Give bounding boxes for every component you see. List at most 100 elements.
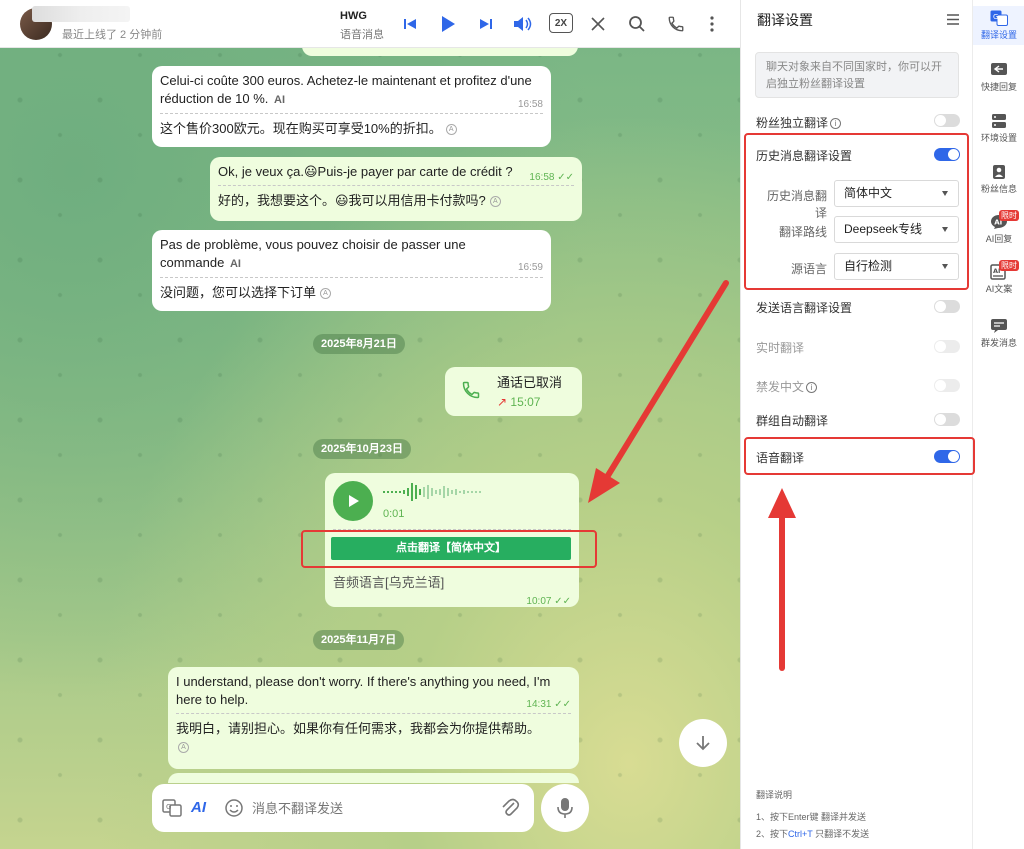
translate-voice-button[interactable]: 点击翻译【简体中文】 xyxy=(331,537,571,560)
voice-message-bubble[interactable]: 0:01 点击翻译【简体中文】 音频语言[乌克兰语] 10:07 ✓✓ xyxy=(325,473,579,607)
call-bubble[interactable]: 通话已取消 ↗ 15:07 xyxy=(445,367,582,416)
panel-title: 翻译设置 xyxy=(757,12,813,28)
phone-icon[interactable] xyxy=(664,12,688,36)
voice-record-button[interactable] xyxy=(541,784,589,832)
message-time: 10:07 ✓✓ xyxy=(526,596,571,607)
translation-divider xyxy=(176,713,571,714)
missed-arrow-icon: ↗ xyxy=(497,395,508,409)
realtime-translation-toggle[interactable] xyxy=(934,340,960,353)
fan-independent-translation-label: 粉丝独立翻译 i xyxy=(756,114,842,131)
double-check-icon: ✓✓ xyxy=(554,699,571,710)
sidebar-item-environment[interactable]: 环境设置 xyxy=(973,113,1024,144)
dropdown-caret-icon xyxy=(942,264,948,269)
sidebar-item-ai-copywriting[interactable]: 限时 AI AI文案 xyxy=(973,260,1024,295)
sidebar-item-ai-reply[interactable]: 限时 AI AI回复 xyxy=(973,210,1024,245)
message-time: 16:58 ✓✓ xyxy=(529,172,574,183)
message-bubble-outgoing[interactable]: I understand, please don't worry. If the… xyxy=(168,667,579,769)
svg-text:G: G xyxy=(166,803,171,811)
translate-toggle-icon[interactable]: G xyxy=(162,798,182,821)
translate-icon[interactable]: A xyxy=(445,124,457,136)
translation-text: 没问题，您可以选择下订单 xyxy=(160,285,317,300)
translate-icon[interactable]: A xyxy=(489,196,501,208)
group-auto-translation-toggle[interactable] xyxy=(934,413,960,426)
volume-icon[interactable] xyxy=(511,12,535,36)
attach-icon[interactable] xyxy=(500,797,520,822)
search-icon[interactable] xyxy=(625,12,649,36)
double-check-icon: ✓✓ xyxy=(557,172,574,183)
translation-text: 好的，我想要这个。😃我可以用信用卡付款吗? xyxy=(218,193,486,208)
message-composer: G AI xyxy=(152,784,534,832)
message-bubble-incoming[interactable]: Celui-ci coûte 300 euros. Achetez-le mai… xyxy=(152,66,551,147)
sidebar-item-quick-reply[interactable]: 快捷回复 xyxy=(973,62,1024,93)
translation-route-select[interactable]: Deepseek专线 xyxy=(834,216,959,243)
translation-settings-panel: 翻译设置 聊天对象来自不同国家时，你可以开启独立粉丝翻译设置 粉丝独立翻译 i 历… xyxy=(740,0,972,849)
tools-sidebar: G 翻译设置 快捷回复 环境设置 粉丝信息 限时 AI AI回复 限时 AI A… xyxy=(972,0,1024,849)
translate-icon[interactable]: A xyxy=(320,288,332,300)
history-translation-toggle[interactable] xyxy=(934,148,960,161)
ai-badge: AI xyxy=(274,94,286,106)
date-separator: 2025年10月23日 xyxy=(313,439,411,459)
contact-card-icon xyxy=(990,164,1008,180)
play-icon xyxy=(349,495,359,507)
realtime-translation-label: 实时翻译 xyxy=(756,341,805,355)
more-options-icon[interactable] xyxy=(700,12,724,36)
history-language-select[interactable]: 简体中文 xyxy=(834,180,959,207)
ai-button[interactable]: AI xyxy=(191,799,206,816)
send-language-translation-toggle[interactable] xyxy=(934,300,960,313)
menu-icon[interactable] xyxy=(947,13,959,28)
dropdown-caret-icon xyxy=(942,227,948,232)
translation-divider xyxy=(333,529,571,530)
broadcast-message-icon xyxy=(990,318,1008,334)
server-icon xyxy=(990,113,1008,129)
phone-icon[interactable] xyxy=(461,380,481,405)
translate-icon: G xyxy=(990,10,1008,26)
microphone-icon xyxy=(557,798,573,818)
send-language-translation-label: 发送语言翻译设置 xyxy=(756,301,853,315)
voice-translation-toggle[interactable] xyxy=(934,450,960,463)
reply-icon xyxy=(990,62,1008,78)
translation-divider xyxy=(160,113,543,114)
sidebar-item-fan-info[interactable]: 粉丝信息 xyxy=(973,164,1024,195)
date-separator: 2025年11月7日 xyxy=(313,630,405,650)
translate-icon[interactable]: A xyxy=(178,742,189,754)
sidebar-item-translation-settings[interactable]: G 翻译设置 xyxy=(973,6,1024,45)
history-language-label: 历史消息翻译 xyxy=(766,189,827,220)
source-language-select[interactable]: 自行检测 xyxy=(834,253,959,280)
next-track-icon[interactable] xyxy=(474,12,498,36)
info-icon[interactable]: i xyxy=(806,382,818,394)
emoji-icon[interactable] xyxy=(224,798,244,821)
message-bubble-cutoff xyxy=(168,773,579,783)
message-time: 16:58 xyxy=(517,99,543,110)
message-bubble-outgoing[interactable]: Ok, je veux ça.😃Puis-je payer par carte … xyxy=(210,157,582,221)
close-icon[interactable] xyxy=(586,12,610,36)
source-language-label: 源语言 xyxy=(790,262,827,276)
message-text: Celui-ci coûte 300 euros. Achetez-le mai… xyxy=(160,73,532,106)
translation-text: 这个售价300欧元。现在购买可享受10%的折扣。 xyxy=(160,121,442,136)
ban-chinese-toggle[interactable] xyxy=(934,379,960,392)
message-input[interactable] xyxy=(252,796,492,820)
translation-text: 我明白，请别担心。如果你有任何需求，我都会为你提供帮助。 xyxy=(176,721,541,736)
history-translation-label: 历史消息翻译设置 xyxy=(756,149,853,163)
scroll-to-bottom-button[interactable] xyxy=(679,719,727,767)
independent-translation-notice: 聊天对象来自不同国家时，你可以开启独立粉丝翻译设置 xyxy=(755,52,959,98)
chat-area: Celui-ci coûte 300 euros. Achetez-le mai… xyxy=(0,0,740,849)
fan-independent-translation-toggle[interactable] xyxy=(934,114,960,127)
playback-speed-button[interactable]: 2X xyxy=(549,13,573,33)
arrow-down-icon xyxy=(696,736,710,751)
voice-translation-label: 语音翻译 xyxy=(756,451,805,465)
message-bubble-incoming[interactable]: Pas de problème, vous pouvez choisir de … xyxy=(152,230,551,311)
play-voice-button[interactable] xyxy=(333,481,373,521)
message-time: 16:59 xyxy=(517,262,543,273)
info-icon[interactable]: i xyxy=(830,118,842,130)
previous-track-icon[interactable] xyxy=(398,12,422,36)
translation-notes-title: 翻译说明 xyxy=(756,790,793,800)
voice-duration: 0:01 xyxy=(383,508,405,520)
waveform[interactable] xyxy=(383,481,503,503)
contact-name-blurred xyxy=(32,6,130,22)
limited-time-badge: 限时 xyxy=(999,210,1019,221)
sidebar-item-broadcast[interactable]: 群发消息 xyxy=(973,318,1024,349)
play-icon[interactable] xyxy=(436,12,460,36)
translation-divider xyxy=(160,277,543,278)
group-auto-translation-label: 群组自动翻译 xyxy=(756,414,829,428)
voice-player-subtitle: 语音消息 xyxy=(340,29,384,41)
